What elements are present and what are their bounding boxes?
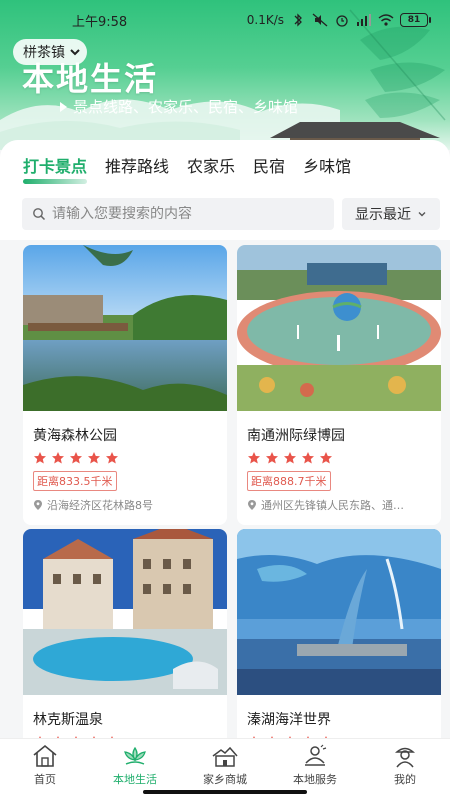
star-icon [302,452,314,464]
star-icon [248,452,260,464]
chevron-down-icon [418,212,426,217]
nav-label: 本地服务 [293,773,337,786]
attraction-name: 溱湖海洋世界 [247,712,331,728]
nav-profile[interactable]: 我的 [360,739,450,800]
alarm-icon [336,15,348,27]
home-icon [33,744,57,767]
star-icon [284,452,296,464]
nav-label: 首页 [34,773,56,786]
search-row: 显示最近 [0,190,450,230]
tab-checkin-spots[interactable]: 打卡景点 [14,140,96,190]
location-label: 栟茶镇 [23,45,65,61]
chevron-down-icon [70,49,80,56]
star-icon [88,452,100,464]
attraction-name: 林克斯温泉 [33,712,103,728]
nav-label: 我的 [394,773,416,786]
wifi-icon [378,14,394,26]
location-selector[interactable]: 栟茶镇 [13,39,87,65]
star-icon [106,452,118,464]
attraction-photo [23,245,227,411]
star-icon [320,452,332,464]
address: 沿海经济区花林路8号 [33,497,219,513]
battery-icon: 81 [400,13,431,27]
star-icon [34,452,46,464]
nav-home[interactable]: 首页 [0,739,90,800]
attraction-name: 南通洲际绿博园 [247,428,345,444]
shop-icon [212,746,238,767]
nav-label: 本地生活 [113,773,157,786]
search-box[interactable] [22,198,334,230]
star-icon [52,452,64,464]
page-subtitle: 景点线路、农家乐、民宿、乡味馆 [60,96,298,117]
lotus-icon [124,746,146,765]
location-pin-icon [248,500,256,510]
distance-badge: 距离833.5千米 [33,471,117,491]
filter-area: 打卡景点 推荐路线 农家乐 民宿 乡味馆 显示最近 [0,140,450,240]
attraction-grid: 黄海森林公园 距离833.5千米 沿海经济区花林路8号 南通洲际绿博园 距离88… [0,240,450,740]
search-icon [33,208,46,221]
triangle-icon [60,101,67,112]
content-panel: 打卡景点 推荐路线 农家乐 民宿 乡味馆 显示最近 [0,140,450,740]
network-speed: 0.1K/s [246,13,284,27]
category-tabs: 打卡景点 推荐路线 农家乐 民宿 乡味馆 [0,140,450,190]
service-icon [305,744,327,766]
star-rating [33,451,227,465]
tab-local-restaurants[interactable]: 乡味馆 [294,140,360,190]
address-text: 通州区先锋镇人民东路、通… [261,499,404,512]
attraction-photo [237,245,441,411]
address-text: 沿海经济区花林路8号 [47,499,153,512]
status-time: 上午9:58 [72,14,128,30]
attraction-name: 黄海森林公园 [33,428,117,444]
search-input[interactable] [52,206,312,222]
tab-farm-stays[interactable]: 农家乐 [178,140,244,190]
signal-icon [357,14,371,26]
address: 通州区先锋镇人民东路、通… [247,497,433,513]
subtitle-text: 景点线路、农家乐、民宿、乡味馆 [73,98,299,116]
attraction-card[interactable]: 南通洲际绿博园 距离888.7千米 通州区先锋镇人民东路、通… [237,245,441,525]
star-icon [266,452,278,464]
distance-badge: 距离888.7千米 [247,471,331,491]
nav-label: 家乡商城 [203,773,247,786]
profile-icon [395,747,415,768]
attraction-photo [23,529,227,695]
location-pin-icon [34,500,42,510]
bluetooth-icon [294,13,302,27]
attraction-card[interactable]: 林克斯温泉 [23,529,227,740]
attraction-card[interactable]: 溱湖海洋世界 [237,529,441,740]
attraction-card[interactable]: 黄海森林公园 距离833.5千米 沿海经济区花林路8号 [23,245,227,525]
mute-icon [312,13,328,27]
status-bar: 上午9:58 0.1K/s 81 [0,0,450,40]
sort-label: 显示最近 [355,207,411,223]
star-rating [247,451,441,465]
tab-recommended-routes[interactable]: 推荐路线 [96,140,178,190]
tab-homestays[interactable]: 民宿 [244,140,294,190]
attraction-photo [237,529,441,695]
star-icon [70,452,82,464]
sort-dropdown[interactable]: 显示最近 [342,198,440,230]
home-indicator[interactable] [143,790,307,794]
